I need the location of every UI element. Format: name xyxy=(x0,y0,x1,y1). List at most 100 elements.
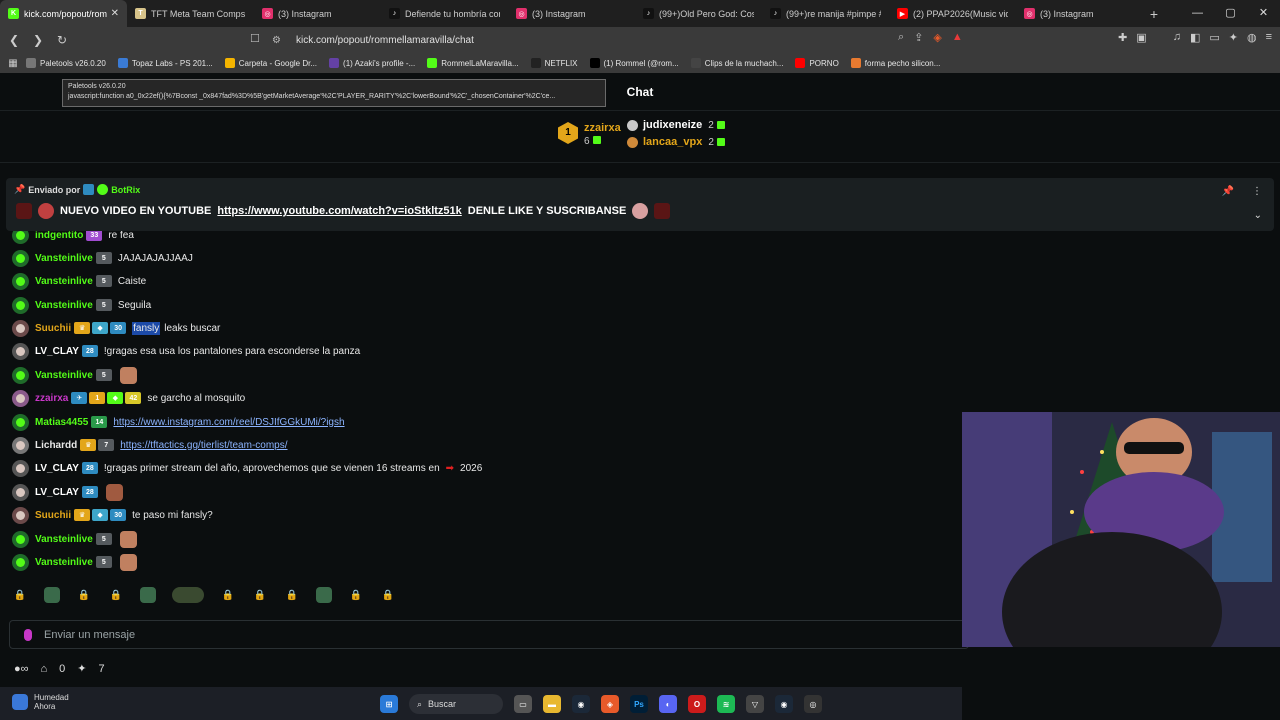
bookmark-item[interactable]: forma pecho silicon... xyxy=(850,58,940,68)
locked-emote-icon[interactable]: 🔒 xyxy=(284,587,300,603)
avatar[interactable] xyxy=(12,436,29,454)
chat-username[interactable]: Vansteinlive xyxy=(35,253,93,264)
bookmark-item[interactable]: RommelLaMaravilla... xyxy=(427,58,519,68)
avatar[interactable] xyxy=(12,319,29,337)
app-icon[interactable]: ▽ xyxy=(746,695,764,713)
file-explorer-icon[interactable]: ▬ xyxy=(543,695,561,713)
locked-emote-icon[interactable]: 🔒 xyxy=(220,587,236,603)
chat-username[interactable]: Vansteinlive xyxy=(35,300,93,311)
avatar[interactable] xyxy=(12,530,29,548)
bookmark-item[interactable]: Topaz Labs - PS 201... xyxy=(117,58,213,68)
leo-icon[interactable]: ✦ xyxy=(1229,31,1238,44)
chat-username[interactable]: Vansteinlive xyxy=(35,557,93,568)
maximize-icon[interactable]: ▢ xyxy=(1214,0,1247,27)
gift-subs-icon[interactable]: ⌂ xyxy=(41,663,48,675)
app-icon-2[interactable]: ◎ xyxy=(804,695,822,713)
bookmark-item[interactable]: PORNO xyxy=(795,58,839,68)
chat-link[interactable]: https://tftactics.gg/tierlist/team-comps… xyxy=(120,440,287,451)
browser-tab[interactable]: ♪ (99+)Old Pero God: Coscu xyxy=(635,0,762,27)
leaderboard-top-user[interactable]: zzairxa xyxy=(584,122,621,134)
chat-username[interactable]: zzairxa xyxy=(35,393,68,404)
address-bar[interactable]: ⚙ kick.com/popout/rommellamaravilla/chat xyxy=(272,30,992,50)
brave-icon[interactable]: ◈ xyxy=(601,695,619,713)
emote-icon[interactable] xyxy=(44,587,60,603)
vpn-icon[interactable]: ◍ xyxy=(1247,31,1257,44)
browser-tab[interactable]: ◎ (3) Instagram xyxy=(254,0,381,27)
close-window-icon[interactable]: ✕ xyxy=(1247,0,1280,27)
locked-emote-icon[interactable]: 🔒 xyxy=(348,587,364,603)
bookmark-star-icon[interactable]: ☐ xyxy=(250,32,260,45)
bookmark-item[interactable]: Paletools v26.0.20 xyxy=(26,58,106,68)
emote-icon[interactable] xyxy=(172,587,204,603)
avatar[interactable] xyxy=(12,366,29,384)
emote-picker-icon[interactable] xyxy=(24,628,32,641)
avatar[interactable] xyxy=(12,249,29,267)
browser-tab[interactable]: Kkick.com/popout/rom ✕ xyxy=(0,0,127,27)
new-tab-icon[interactable]: + xyxy=(1143,6,1165,22)
avatar[interactable] xyxy=(12,389,29,407)
start-icon[interactable]: ⊞ xyxy=(380,695,398,713)
avatar[interactable] xyxy=(12,459,29,477)
opera-icon[interactable]: O xyxy=(688,695,706,713)
discord-icon[interactable]: ◐ xyxy=(659,695,677,713)
avatar[interactable] xyxy=(12,296,29,314)
forward-icon[interactable]: ❯ xyxy=(28,33,48,47)
extensions-icon[interactable]: ✚ xyxy=(1118,31,1127,44)
sparkle-icon[interactable]: ✦ xyxy=(77,662,86,675)
taskbar-search[interactable]: ⌕ Buscar xyxy=(409,694,503,714)
task-view-icon[interactable]: ▭ xyxy=(514,695,532,713)
minimize-icon[interactable]: — xyxy=(1181,0,1214,27)
avatar[interactable] xyxy=(12,506,29,524)
bookmark-item[interactable]: (1) Rommel (@rom... xyxy=(589,58,679,68)
kick-points-icon[interactable]: ●∞ xyxy=(14,663,29,675)
locked-emote-icon[interactable]: 🔒 xyxy=(12,587,28,603)
chat-username[interactable]: Vansteinlive xyxy=(35,276,93,287)
chat-username[interactable]: Suuchii xyxy=(35,323,71,334)
menu-icon[interactable]: ≡ xyxy=(1266,31,1272,44)
emote-icon[interactable] xyxy=(316,587,332,603)
chat-username[interactable]: Matias4455 xyxy=(35,417,88,428)
brave-shield-icon[interactable]: ◈ xyxy=(933,31,941,44)
leaderboard-row[interactable]: lancaa_vpx 2 xyxy=(627,136,725,148)
emote-icon[interactable] xyxy=(140,587,156,603)
chat-username[interactable]: Vansteinlive xyxy=(35,370,93,381)
locked-emote-icon[interactable]: 🔒 xyxy=(76,587,92,603)
reload-icon[interactable]: ↻ xyxy=(52,33,72,47)
browser-tab[interactable]: T TFT Meta Team Comps Tie xyxy=(127,0,254,27)
chat-username[interactable]: Lichardd xyxy=(35,440,77,451)
avatar[interactable] xyxy=(12,553,29,571)
back-icon[interactable]: ❮ xyxy=(4,33,24,47)
locked-emote-icon[interactable]: 🔒 xyxy=(380,587,396,603)
media-icon[interactable]: ♫ xyxy=(1173,31,1181,44)
chat-link[interactable]: https://www.instagram.com/reel/DSJIfGGkU… xyxy=(113,417,344,428)
bookmark-item[interactable]: NETFLIX xyxy=(530,58,578,68)
unpin-icon[interactable]: 📌 xyxy=(1222,186,1234,197)
expand-pinned-icon[interactable]: ⌄ xyxy=(1254,210,1262,221)
avatar[interactable] xyxy=(12,342,29,360)
zoom-icon[interactable]: ⌕ xyxy=(898,31,904,44)
chat-username[interactable]: Vansteinlive xyxy=(35,534,93,545)
sidebar-icon[interactable]: ◧ xyxy=(1190,31,1200,44)
browser-tab[interactable]: ♪ Defiende tu hombría con xyxy=(381,0,508,27)
spotify-icon[interactable]: ≋ xyxy=(717,695,735,713)
locked-emote-icon[interactable]: 🔒 xyxy=(252,587,268,603)
chat-username[interactable]: LV_CLAY xyxy=(35,487,79,498)
avatar[interactable] xyxy=(12,272,29,290)
steam-icon[interactable]: ◉ xyxy=(572,695,590,713)
share-icon[interactable]: ⇪ xyxy=(914,31,923,44)
browser-tab[interactable]: ◎ (3) Instagram xyxy=(1016,0,1143,27)
bookmark-item[interactable]: (1) Azaki's profile -... xyxy=(329,58,415,68)
pinned-link[interactable]: https://www.youtube.com/watch?v=ioStkltz… xyxy=(217,205,461,217)
browser-tab[interactable]: ♪ (99+)re manija #pimpe # xyxy=(762,0,889,27)
chat-username[interactable]: LV_CLAY xyxy=(35,463,79,474)
more-options-icon[interactable]: ⋮ xyxy=(1252,186,1262,197)
locked-emote-icon[interactable]: 🔒 xyxy=(108,587,124,603)
photoshop-icon[interactable]: Ps xyxy=(630,695,648,713)
bookmark-item[interactable]: Clips de la muchach... xyxy=(690,58,783,68)
apps-grid-icon[interactable]: ▦ xyxy=(0,58,26,69)
browser-tab[interactable]: ▶ (2) PPAP2026(Music video xyxy=(889,0,1016,27)
chat-username[interactable]: indgentito xyxy=(35,231,83,241)
steam-icon-2[interactable]: ◉ xyxy=(775,695,793,713)
chat-input[interactable]: Enviar un mensaje xyxy=(9,620,969,649)
pinned-sender[interactable]: BotRix xyxy=(111,185,140,195)
